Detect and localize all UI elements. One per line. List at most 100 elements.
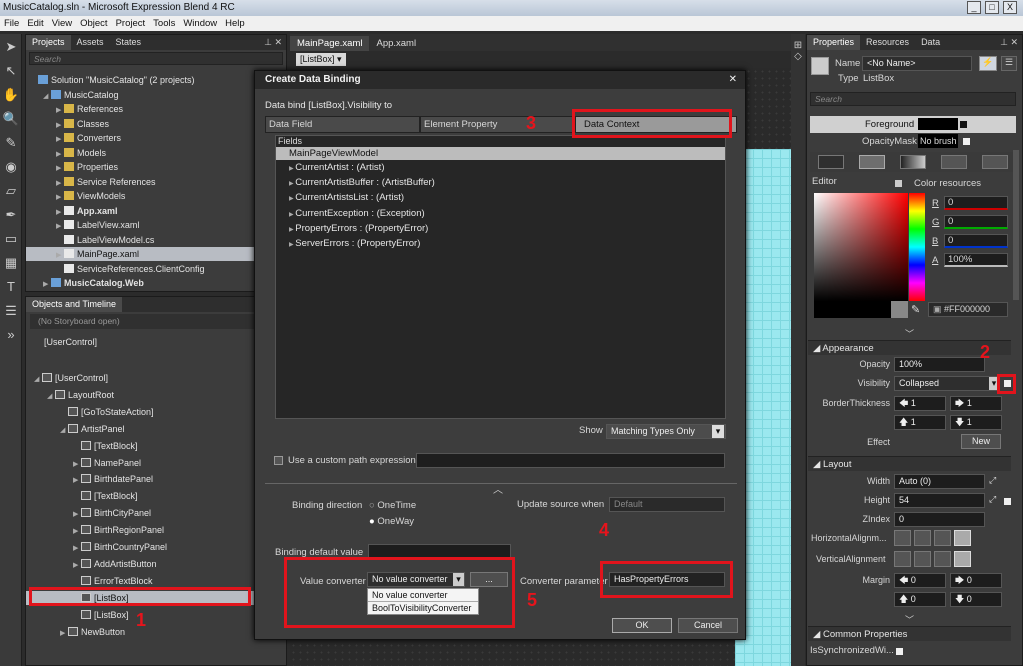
- tree-item[interactable]: ▶ References: [26, 102, 256, 116]
- editor-tab[interactable]: Editor: [812, 176, 837, 187]
- margin-top-input[interactable]: 🡅 0: [894, 592, 946, 607]
- expand-arrow-icon[interactable]: ▶: [73, 525, 81, 539]
- tab-projects[interactable]: Projects: [26, 35, 71, 50]
- tree-item[interactable]: ◢ LayoutRoot: [26, 388, 256, 402]
- opacity-input[interactable]: 100%: [894, 357, 985, 372]
- tab-mainpage-xaml[interactable]: MainPage.xaml: [290, 36, 370, 51]
- brush-resource-icon[interactable]: [982, 155, 1009, 169]
- radio-oneway[interactable]: ● OneWay: [369, 516, 414, 527]
- maximize-button[interactable]: □: [985, 1, 999, 14]
- align-vstretch-icon[interactable]: [954, 551, 971, 567]
- tree-item[interactable]: ▶ LabelView.xaml: [26, 218, 256, 232]
- tab-element-property[interactable]: Element Property: [420, 116, 575, 133]
- grid-tool-icon[interactable]: ▦: [1, 252, 21, 274]
- projects-search-input[interactable]: Search: [29, 52, 283, 65]
- zindex-input[interactable]: 0: [894, 512, 985, 527]
- tree-item[interactable]: ▶ MainPage.xaml: [26, 247, 256, 261]
- expand-arrow-icon[interactable]: ▶: [43, 278, 51, 292]
- channel-input[interactable]: 100%: [944, 253, 1008, 267]
- custom-path-input[interactable]: [416, 453, 725, 468]
- no-brush-icon[interactable]: [817, 155, 844, 169]
- tree-item[interactable]: ▶ Service References: [26, 175, 256, 189]
- solid-brush-icon[interactable]: [858, 155, 885, 169]
- tab-states[interactable]: States: [110, 35, 148, 50]
- field-item[interactable]: ▶ CurrentArtistBuffer : (ArtistBuffer): [276, 175, 725, 190]
- tree-item[interactable]: ▶ NamePanel: [26, 456, 256, 470]
- border-bottom-input[interactable]: 🡇 1: [950, 415, 1002, 430]
- collapse-chevron-icon[interactable]: ﹀: [905, 327, 914, 340]
- field-item[interactable]: ▶ CurrentArtist : (Artist): [276, 160, 725, 175]
- tree-item[interactable]: ▶ BirthCityPanel: [26, 506, 256, 520]
- hex-input[interactable]: ▣ #FF000000: [928, 302, 1008, 317]
- color-field[interactable]: [814, 193, 908, 301]
- align-left-icon[interactable]: [894, 530, 911, 546]
- tile-brush-icon[interactable]: [941, 155, 968, 169]
- pin-icon[interactable]: ⊥ ✕: [1000, 37, 1022, 48]
- tab-data-field[interactable]: Data Field: [265, 116, 420, 133]
- eyedropper-icon[interactable]: ✎: [911, 303, 920, 316]
- channel-input[interactable]: 0: [944, 196, 1008, 210]
- tree-item[interactable]: ▶ Converters: [26, 131, 256, 145]
- menu-window[interactable]: Window: [179, 16, 221, 31]
- properties-search-input[interactable]: Search: [810, 92, 1016, 106]
- name-input[interactable]: <No Name>: [862, 56, 972, 71]
- border-left-input[interactable]: 🡄 1: [894, 396, 946, 411]
- tree-item[interactable]: ▶ MusicCatalog.Web: [26, 276, 256, 290]
- tree-item[interactable]: ▶ Classes: [26, 117, 256, 131]
- cancel-button[interactable]: Cancel: [678, 618, 738, 633]
- tree-item[interactable]: [TextBlock]: [26, 489, 256, 503]
- align-right-icon[interactable]: [934, 530, 951, 546]
- expand-arrow-icon[interactable]: ▶: [60, 627, 68, 641]
- dialog-close-icon[interactable]: ✕: [729, 71, 737, 89]
- tree-item[interactable]: [GoToStateAction]: [26, 405, 256, 419]
- tree-item[interactable]: ◢ ArtistPanel: [26, 422, 256, 436]
- issynchronized-checkbox[interactable]: [896, 648, 903, 655]
- expand-arrow-icon[interactable]: ◢: [47, 390, 55, 404]
- eyedropper-tool-icon[interactable]: ✎: [1, 132, 21, 154]
- properties-view-icon[interactable]: ☰: [1001, 56, 1017, 71]
- margin-right-input[interactable]: 🡆 0: [950, 573, 1002, 588]
- direct-selection-tool-icon[interactable]: ↖: [1, 60, 21, 82]
- properties-scrollbar[interactable]: [1013, 150, 1019, 300]
- border-right-input[interactable]: 🡆 1: [950, 396, 1002, 411]
- breadcrumb[interactable]: [ListBox] ▾: [296, 53, 346, 66]
- tree-item[interactable]: Solution "MusicCatalog" (2 projects): [26, 73, 256, 87]
- channel-input[interactable]: 0: [944, 234, 1008, 248]
- common-properties-header[interactable]: ◢ Common Properties: [808, 626, 1011, 641]
- align-bottom-icon[interactable]: [934, 551, 951, 567]
- tree-item[interactable]: ◢ [UserControl]: [26, 371, 256, 385]
- align-top-icon[interactable]: [894, 551, 911, 567]
- rectangle-tool-icon[interactable]: ▭: [1, 228, 21, 250]
- layout-header[interactable]: ◢ Layout: [808, 456, 1011, 471]
- tree-item[interactable]: LabelViewModel.cs: [26, 233, 256, 247]
- menu-help[interactable]: Help: [221, 16, 249, 31]
- tab-resources[interactable]: Resources: [860, 35, 915, 50]
- align-middle-icon[interactable]: [914, 551, 931, 567]
- auto-size-icon[interactable]: ⤢: [989, 494, 996, 505]
- zoom-tool-icon[interactable]: 🔍: [1, 108, 21, 130]
- menu-object[interactable]: Object: [76, 16, 111, 31]
- foreground-row[interactable]: Foreground: [810, 116, 1016, 133]
- auto-size-icon[interactable]: ⤢: [989, 475, 996, 486]
- field-item[interactable]: ▶ ServerErrors : (PropertyError): [276, 236, 725, 251]
- margin-bottom-input[interactable]: 🡇 0: [950, 592, 1002, 607]
- tree-item[interactable]: ◢ MusicCatalog: [26, 88, 256, 102]
- advanced-options-icon[interactable]: [960, 121, 967, 128]
- margin-left-input[interactable]: 🡄 0: [894, 573, 946, 588]
- align-center-icon[interactable]: [914, 530, 931, 546]
- height-input[interactable]: 54: [894, 493, 985, 508]
- pan-tool-icon[interactable]: ✋: [1, 84, 21, 106]
- tree-item[interactable]: ▶ App.xaml: [26, 204, 256, 218]
- view-toggle-icon[interactable]: ⊞: [791, 40, 805, 51]
- update-source-dropdown[interactable]: Default: [609, 497, 725, 512]
- gradient-brush-icon[interactable]: [899, 155, 926, 169]
- view-split-icon[interactable]: ◇: [791, 51, 805, 62]
- pen-tool-icon[interactable]: ✒: [1, 204, 21, 226]
- tab-objects-timeline[interactable]: Objects and Timeline: [26, 297, 123, 312]
- tree-item[interactable]: [TextBlock]: [26, 439, 256, 453]
- selection-tool-icon[interactable]: ➤: [1, 36, 21, 58]
- tab-app-xaml[interactable]: App.xaml: [369, 36, 423, 51]
- color-resources-tab[interactable]: Color resources: [914, 178, 981, 189]
- border-top-input[interactable]: 🡅 1: [894, 415, 946, 430]
- expand-arrow-icon[interactable]: ▶: [73, 458, 81, 472]
